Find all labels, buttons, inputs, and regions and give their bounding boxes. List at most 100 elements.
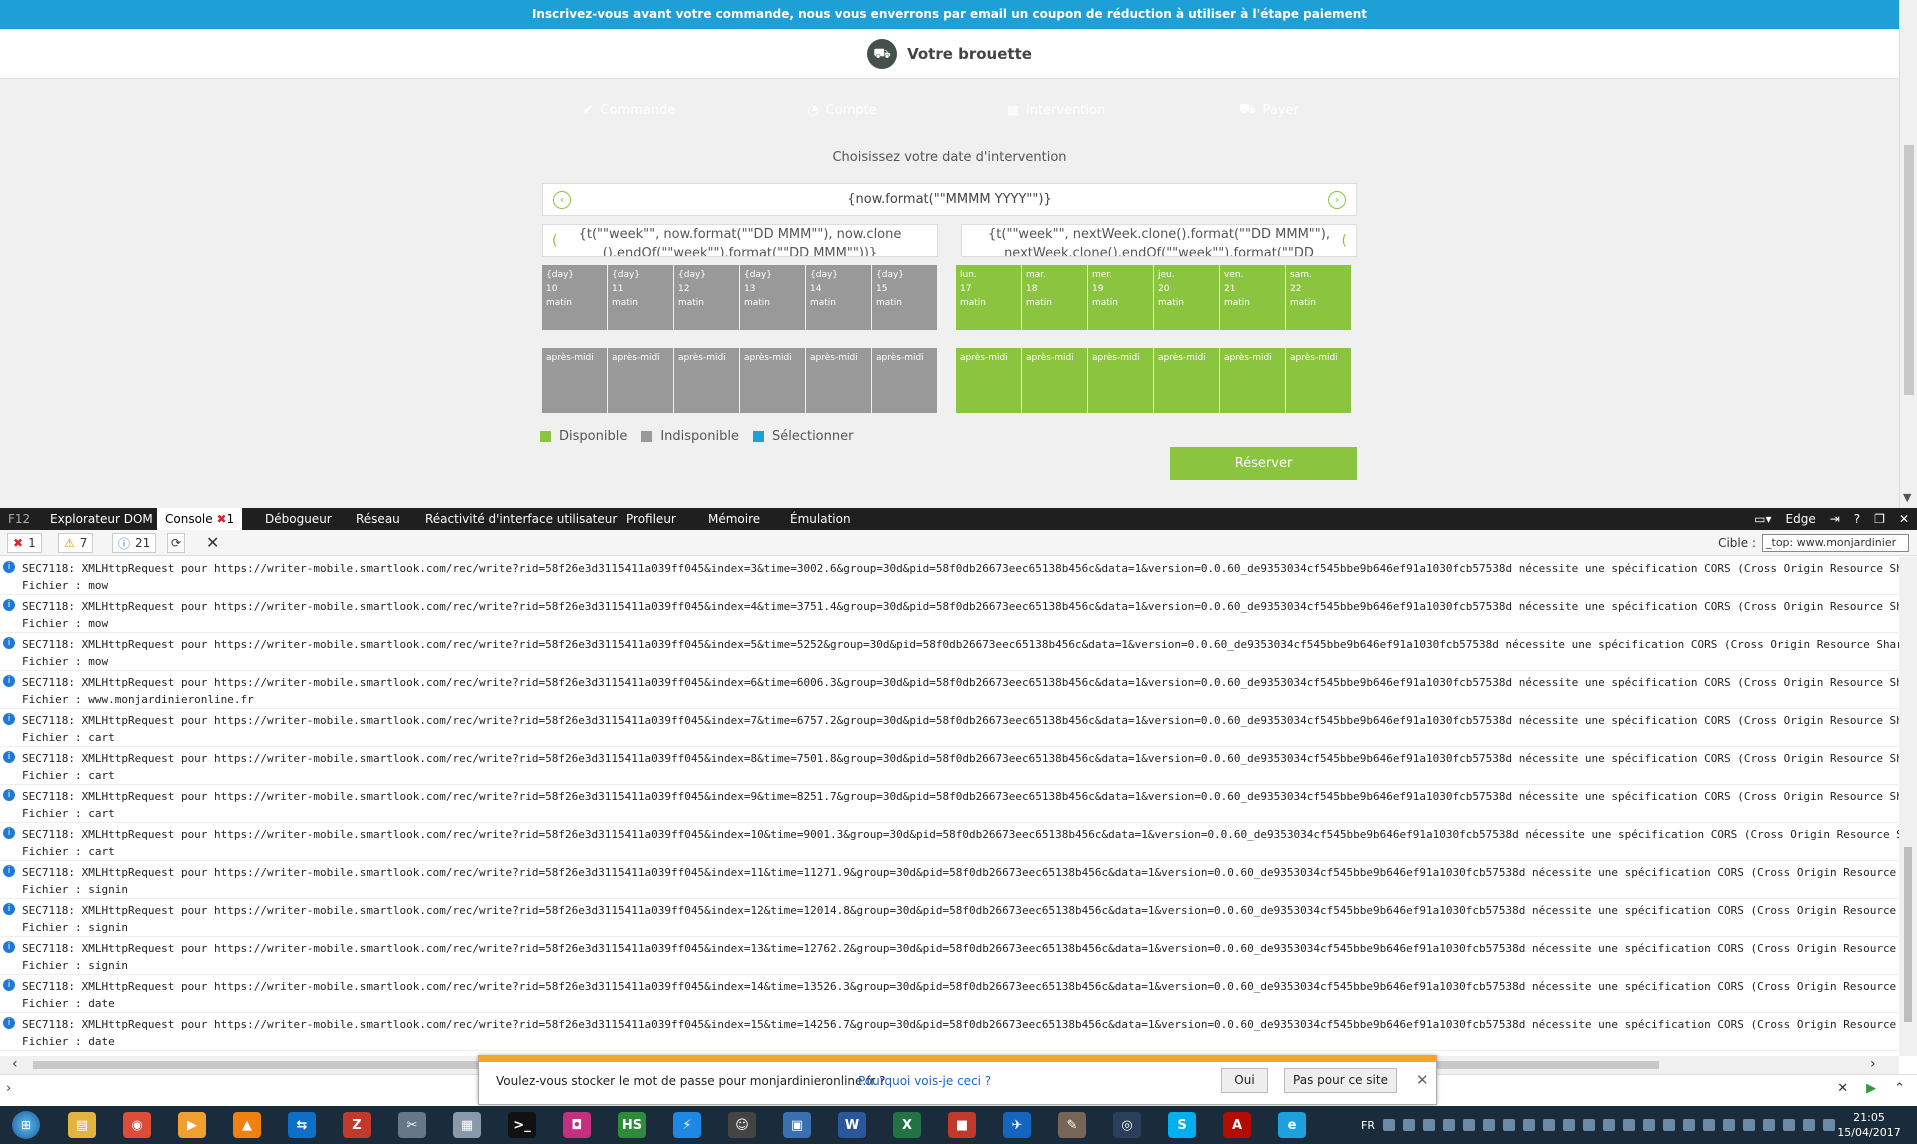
clear-console-icon[interactable]: ✕ (206, 533, 219, 552)
clear-input-icon[interactable]: ✕ (1837, 1081, 1848, 1096)
log-file[interactable]: Fichier : date (22, 996, 115, 1012)
vlc-icon[interactable]: ▲ (225, 1109, 269, 1141)
morning-slot[interactable]: jeu. 20 matin (1154, 265, 1219, 330)
morning-slot[interactable]: {day} 12 matin (674, 265, 739, 330)
afternoon-slot[interactable]: après-midi (674, 348, 739, 413)
tray-icon[interactable] (1582, 1119, 1595, 1131)
tab-memory[interactable]: Mémoire (700, 508, 768, 530)
filezilla-icon[interactable]: Z (335, 1109, 379, 1141)
thunderbolt-icon[interactable]: ⚡ (665, 1109, 709, 1141)
log-message[interactable]: SEC7118: XMLHttpRequest pour https://wri… (22, 712, 1899, 730)
tray-icon[interactable] (1722, 1119, 1735, 1131)
log-file[interactable]: Fichier : mow (22, 654, 108, 670)
media-player-icon[interactable]: ▶ (170, 1109, 214, 1141)
tray-icon[interactable] (1742, 1119, 1755, 1131)
tab-network[interactable]: Réseau (348, 508, 408, 530)
log-file[interactable]: Fichier : cart (22, 768, 115, 784)
tray-icon[interactable] (1502, 1119, 1515, 1131)
start-button[interactable]: ⊞ (8, 1109, 44, 1141)
afternoon-slot[interactable]: après-midi (608, 348, 673, 413)
skype-icon[interactable]: S (1160, 1109, 1204, 1141)
afternoon-slot[interactable]: après-midi (1220, 348, 1285, 413)
log-file[interactable]: Fichier : signin (22, 920, 128, 936)
prev-month-icon[interactable]: ‹ (553, 190, 571, 209)
help-icon[interactable]: ? (1854, 512, 1860, 526)
tray-icon[interactable] (1602, 1119, 1615, 1131)
step-compte[interactable]: ◔ Compte (742, 94, 942, 126)
morning-slot[interactable]: ven. 21 matin (1220, 265, 1285, 330)
app-pink-icon[interactable]: ◘ (555, 1109, 599, 1141)
tray-icon[interactable] (1782, 1119, 1795, 1131)
log-message[interactable]: SEC7118: XMLHttpRequest pour https://wri… (22, 674, 1899, 692)
log-file[interactable]: Fichier : cart (22, 844, 115, 860)
log-message[interactable]: SEC7118: XMLHttpRequest pour https://wri… (22, 1016, 1899, 1034)
tray-icon[interactable] (1622, 1119, 1635, 1131)
afternoon-slot[interactable]: après-midi (740, 348, 805, 413)
step-payer[interactable]: ⛟ Payer (1169, 94, 1369, 126)
step-commande[interactable]: ✔ Commande (529, 94, 729, 126)
monitor-icon[interactable]: ▭▾ (1754, 512, 1771, 526)
page-scrollbar[interactable]: ▼ (1899, 0, 1917, 508)
tray-icon[interactable] (1422, 1119, 1435, 1131)
clock[interactable]: 21:05 15/04/2017 (1830, 1110, 1908, 1140)
log-file[interactable]: Fichier : www.monjardinieronline.fr (22, 692, 254, 708)
step-intervention[interactable]: ▦ Intervention (956, 94, 1156, 126)
remote-desktop-icon[interactable]: ▣ (775, 1109, 819, 1141)
run-icon[interactable]: ▶ (1866, 1081, 1876, 1096)
warnings-filter[interactable]: ⚠ 7 (58, 533, 94, 553)
calculator-icon[interactable]: ▦ (445, 1109, 489, 1141)
expand-icon[interactable]: ⌃ (1894, 1081, 1905, 1096)
morning-slot[interactable]: {day} 15 matin (872, 265, 937, 330)
tray-icon[interactable] (1562, 1119, 1575, 1131)
tray-icon[interactable] (1382, 1119, 1395, 1131)
tray-icon[interactable] (1482, 1119, 1495, 1131)
errors-filter[interactable]: ✖ 1 (7, 533, 42, 553)
close-icon[interactable]: ✕ (1899, 512, 1909, 526)
log-file[interactable]: Fichier : cart (22, 806, 115, 822)
afternoon-slot[interactable]: après-midi (1022, 348, 1087, 413)
tools-icon[interactable]: ✂ (390, 1109, 434, 1141)
tray-icon[interactable] (1442, 1119, 1455, 1131)
not-for-this-site-button[interactable]: Pas pour ce site (1284, 1068, 1397, 1093)
teamviewer-icon[interactable]: ⇆ (280, 1109, 324, 1141)
explorer-icon[interactable]: ▤ (60, 1109, 104, 1141)
tray-icon[interactable] (1542, 1119, 1555, 1131)
smiley-icon[interactable]: ☺ (720, 1109, 764, 1141)
afternoon-slot[interactable]: après-midi (1286, 348, 1351, 413)
package-icon[interactable]: ■ (940, 1109, 984, 1141)
afternoon-slot[interactable]: après-midi (1154, 348, 1219, 413)
morning-slot[interactable]: sam. 22 matin (1286, 265, 1351, 330)
afternoon-slot[interactable]: après-midi (806, 348, 871, 413)
afternoon-slot[interactable]: après-midi (1088, 348, 1153, 413)
log-message[interactable]: SEC7118: XMLHttpRequest pour https://wri… (22, 750, 1899, 768)
yes-button[interactable]: Oui (1221, 1068, 1268, 1093)
prev-week-icon[interactable]: ( (552, 232, 557, 251)
morning-slot[interactable]: {day} 10 matin (542, 265, 607, 330)
afternoon-slot[interactable]: après-midi (872, 348, 937, 413)
tray-icon[interactable] (1462, 1119, 1475, 1131)
tray-icon[interactable] (1802, 1119, 1815, 1131)
log-message[interactable]: SEC7118: XMLHttpRequest pour https://wri… (22, 560, 1899, 578)
afternoon-slot[interactable]: après-midi (542, 348, 607, 413)
acrobat-icon[interactable]: A (1215, 1109, 1259, 1141)
info-filter[interactable]: ⓘ 21 (112, 533, 157, 553)
reserve-button[interactable]: Réserver (1170, 447, 1357, 480)
log-message[interactable]: SEC7118: XMLHttpRequest pour https://wri… (22, 902, 1896, 920)
morning-slot[interactable]: mer. 19 matin (1088, 265, 1153, 330)
morning-slot[interactable]: mar. 18 matin (1022, 265, 1087, 330)
log-file[interactable]: Fichier : signin (22, 958, 128, 974)
document-mode[interactable]: Edge (1786, 512, 1816, 526)
log-message[interactable]: SEC7118: XMLHttpRequest pour https://wri… (22, 636, 1899, 654)
tray-icon[interactable] (1702, 1119, 1715, 1131)
morning-slot[interactable]: {day} 14 matin (806, 265, 871, 330)
morning-slot[interactable]: {day} 11 matin (608, 265, 673, 330)
word-icon[interactable]: W (830, 1109, 874, 1141)
afternoon-slot[interactable]: après-midi (956, 348, 1021, 413)
ie-icon[interactable]: e (1270, 1109, 1314, 1141)
target-dropdown[interactable]: _top: www.monjardinier (1762, 534, 1909, 552)
tray-icon[interactable] (1682, 1119, 1695, 1131)
tab-dom-explorer[interactable]: Explorateur DOM (42, 508, 161, 530)
dock-icon[interactable]: ⇥ (1830, 512, 1840, 526)
tab-emulation[interactable]: Émulation (782, 508, 859, 530)
next-month-icon[interactable]: › (1327, 190, 1346, 209)
